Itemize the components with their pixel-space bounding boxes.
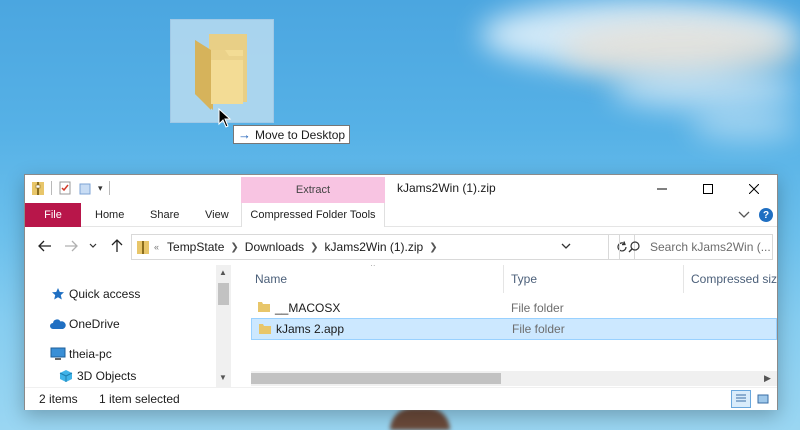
zip-folder-icon[interactable] [31,180,45,196]
sort-ascending-icon: ^ [371,265,375,271]
chevron-down-icon [89,243,97,248]
scroll-up-icon[interactable]: ▲ [219,268,227,277]
column-headers: ^ Name Type Compressed size [251,265,777,293]
tab-file[interactable]: File [25,203,81,227]
help-icon[interactable]: ? [759,208,773,222]
breadcrumb: TempState ❯ Downloads ❯ kJams2Win (1).zi… [167,240,444,254]
file-type: File folder [511,301,564,315]
column-divider[interactable] [683,265,684,293]
chevron-right-icon[interactable]: ❯ [310,242,318,253]
chevron-right-icon[interactable]: ❯ [230,242,238,253]
tab-home[interactable]: Home [95,203,124,227]
cube-icon [57,369,75,383]
drag-tooltip-label: Move to Desktop [255,127,346,142]
arrow-right-icon: → [238,127,251,142]
search-box[interactable]: Search kJams2Win (... [619,234,773,260]
breadcrumb-item[interactable]: kJams2Win (1).zip [325,240,424,254]
mouse-cursor-icon [218,108,232,128]
customize-dropdown-icon[interactable]: ▾ [98,183,103,194]
scroll-down-icon[interactable]: ▼ [219,373,227,382]
up-button[interactable] [107,235,127,257]
column-divider[interactable] [503,265,504,293]
toolbar-separator [108,181,110,195]
column-header-type[interactable]: Type [511,272,537,286]
sky-cloud [610,70,800,110]
maximize-icon [703,184,713,194]
arrow-up-icon [111,239,123,252]
search-icon [628,241,640,253]
wallpaper-figure [390,408,450,430]
file-name: __MACOSX [275,301,341,315]
toolbar-separator [51,181,52,195]
file-type: File folder [512,322,565,336]
chevron-right-icon[interactable]: ❯ [429,242,437,253]
folder-icon [259,324,271,334]
address-bar[interactable]: « TempState ❯ Downloads ❯ kJams2Win (1).… [131,234,609,260]
column-header-compressed-size[interactable]: Compressed size [691,272,777,286]
cloud-icon [49,318,67,330]
folder-icon [258,302,270,312]
breadcrumb-overflow[interactable]: « [154,242,159,252]
arrow-right-icon [65,240,78,252]
expand-ribbon-icon[interactable] [737,207,751,221]
quick-access-toolbar: ▾ [31,180,110,196]
status-bar: 2 items 1 item selected [25,387,777,410]
tab-share[interactable]: Share [150,203,179,227]
star-icon [49,287,67,301]
minimize-button[interactable] [639,175,685,203]
breadcrumb-item[interactable]: Downloads [245,240,304,254]
window-title: kJams2Win (1).zip [397,181,496,195]
details-view-button[interactable] [731,390,751,408]
file-explorer-window: ▾ Extract kJams2Win (1).zip File Home Sh… [24,174,778,410]
nav-item-label: OneDrive [69,317,120,331]
navigation-bar: « TempState ❯ Downloads ❯ kJams2Win (1).… [25,227,777,265]
scroll-right-icon[interactable]: ▶ [764,373,771,384]
file-row[interactable]: __MACOSX File folder [251,297,777,319]
nav-item-quick-access[interactable]: Quick access [49,287,140,301]
nav-item-label: theia-pc [69,347,112,361]
contextual-tab-header[interactable]: Extract [241,177,385,203]
nav-item-onedrive[interactable]: OneDrive [49,317,120,331]
title-bar[interactable]: ▾ Extract kJams2Win (1).zip [25,175,777,203]
zip-folder-icon [137,241,149,254]
address-dropdown-icon[interactable] [560,240,572,252]
nav-item-label: Quick access [69,287,141,301]
file-list-scrollbar[interactable]: ◀ ▶ [251,371,777,386]
computer-icon [49,347,67,361]
close-button[interactable] [731,175,777,203]
scrollbar-thumb[interactable] [218,283,229,305]
arrow-left-icon [38,240,51,252]
nav-item-theia-pc[interactable]: theia-pc [49,347,112,361]
scrollbar-thumb[interactable] [251,373,501,384]
ribbon-tabs: File Home Share View Compressed Folder T… [25,203,777,227]
sky-cloud [690,110,800,140]
item-count: 2 items [39,392,78,406]
file-list: ^ Name Type Compressed size __MACOSX Fil… [251,265,777,387]
nav-pane-scrollbar[interactable]: ▲ ▼ [216,265,231,387]
minimize-icon [657,188,667,190]
tab-view[interactable]: View [205,203,229,227]
folder-icon [195,34,247,110]
forward-button[interactable] [59,235,83,257]
search-placeholder: Search kJams2Win (... [650,240,771,254]
close-icon [749,184,759,194]
file-name: kJams 2.app [276,322,345,336]
large-icons-view-button[interactable] [753,390,773,408]
navigation-pane: Quick access OneDrive theia-pc 3D Object… [25,265,231,387]
maximize-button[interactable] [685,175,731,203]
large-icons-view-icon [757,394,769,404]
back-button[interactable] [33,235,57,257]
recent-locations-button[interactable] [85,235,101,257]
column-header-name[interactable]: Name [255,272,287,286]
new-folder-icon[interactable] [78,181,92,195]
nav-item-label: 3D Objects [77,369,137,383]
tab-compressed-folder-tools[interactable]: Compressed Folder Tools [241,203,385,227]
selection-status: 1 item selected [99,392,180,406]
drag-tooltip: → Move to Desktop [233,125,350,144]
details-view-icon [736,394,746,402]
breadcrumb-item[interactable]: TempState [167,240,224,254]
file-row-selected[interactable]: kJams 2.app File folder [251,318,777,340]
properties-icon[interactable] [58,181,72,195]
nav-item-3d-objects[interactable]: 3D Objects [57,369,136,383]
